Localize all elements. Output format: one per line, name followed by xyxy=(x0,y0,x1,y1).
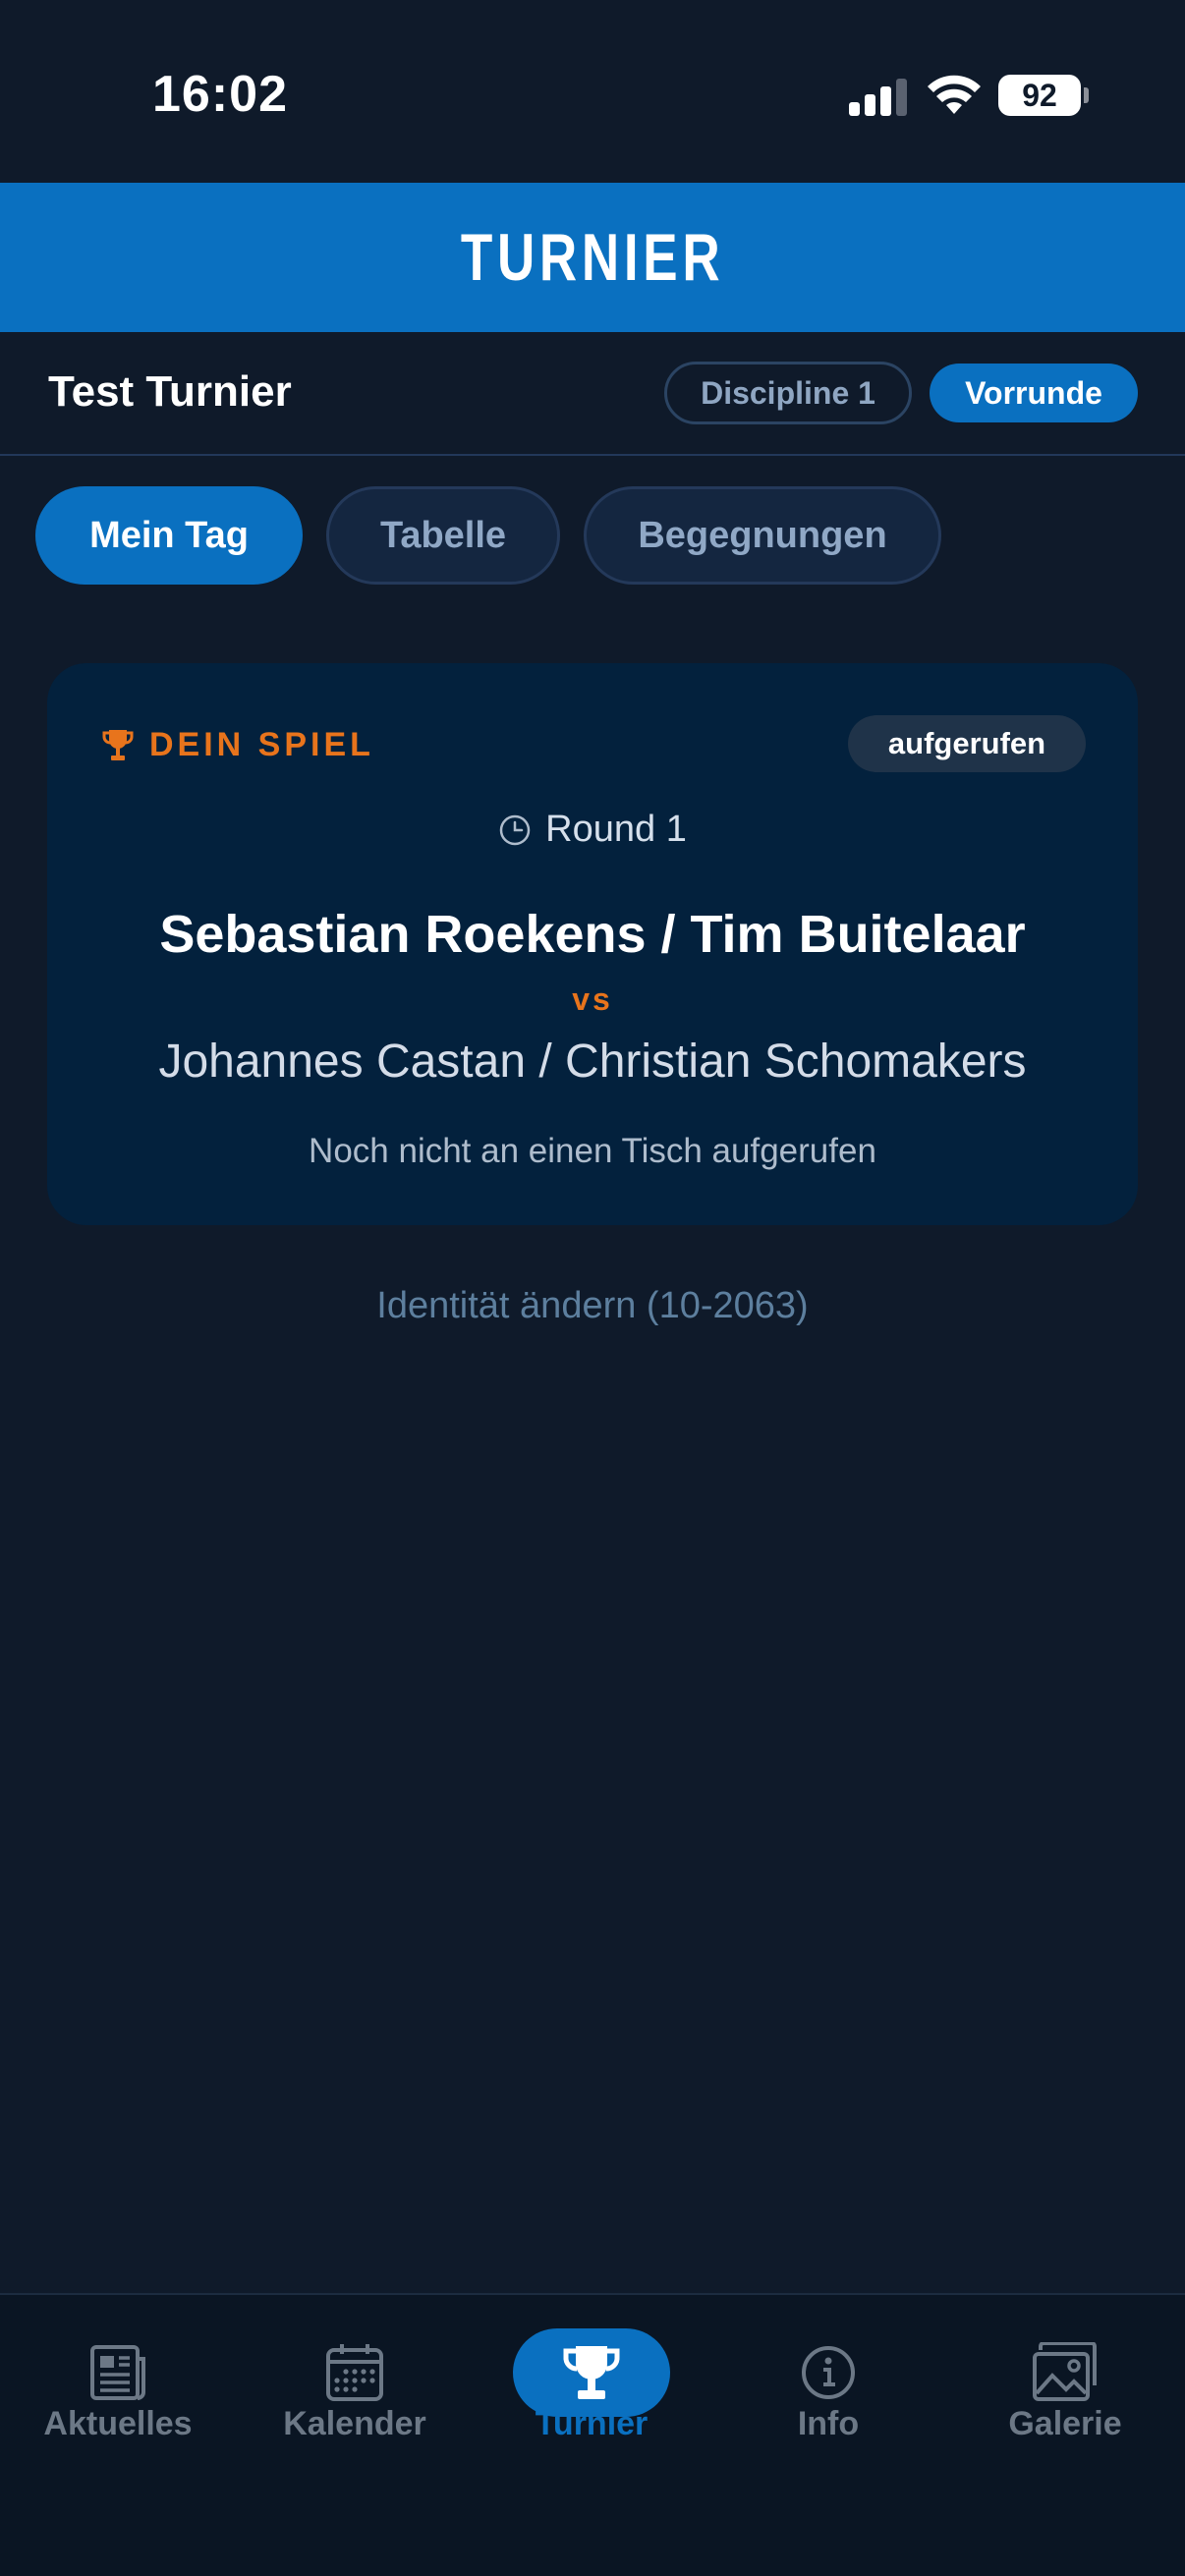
table-assignment-note: Noch nicht an einen Tisch aufgerufen xyxy=(309,1132,876,1170)
battery-indicator: 92 xyxy=(998,75,1089,116)
nav-label-kalender: Kalender xyxy=(283,2405,426,2442)
nav-item-kalender[interactable]: Kalender xyxy=(256,2328,453,2443)
nav-item-galerie[interactable]: Galerie xyxy=(967,2328,1163,2443)
bottom-navigation: Aktuelles Kalender Turnier Info Galerie xyxy=(0,2293,1185,2576)
nav-item-aktuelles[interactable]: Aktuelles xyxy=(20,2328,216,2443)
tab-tabelle[interactable]: Tabelle xyxy=(326,486,560,585)
tab-mein-tag[interactable]: Mein Tag xyxy=(35,486,303,585)
calendar-icon xyxy=(326,2344,383,2401)
cellular-signal-icon xyxy=(849,77,908,116)
match-card-label-text: DEIN SPIEL xyxy=(149,726,374,763)
status-bar: 16:02 92 xyxy=(0,0,1185,183)
match-card-label: DEIN SPIEL xyxy=(102,726,374,764)
round-label: Round 1 xyxy=(545,809,687,850)
trophy-icon xyxy=(102,729,134,760)
nav-label-info: Info xyxy=(797,2405,860,2442)
change-identity-link[interactable]: Identität ändern (10-2063) xyxy=(0,1285,1185,1327)
discipline-chip[interactable]: Discipline 1 xyxy=(664,362,912,424)
status-badge: aufgerufen xyxy=(848,715,1086,772)
nav-label-turnier: Turnier xyxy=(535,2405,649,2442)
trophy-icon xyxy=(563,2346,620,2399)
gallery-icon xyxy=(1033,2342,1097,2401)
nav-item-info[interactable]: Info xyxy=(730,2328,927,2443)
app-header: TURNIER xyxy=(0,183,1185,332)
team-2: Johannes Castan / Christian Schomakers xyxy=(158,1036,1027,1088)
match-card[interactable]: DEIN SPIEL aufgerufen Round 1 Sebastian … xyxy=(47,663,1138,1225)
newspaper-icon xyxy=(90,2345,145,2400)
info-icon xyxy=(802,2346,855,2399)
clock-icon xyxy=(499,814,531,845)
wifi-icon xyxy=(928,75,981,114)
status-time: 16:02 xyxy=(152,66,288,123)
tournament-name: Test Turnier xyxy=(48,367,292,416)
versus-label: vs xyxy=(572,981,613,1017)
nav-label-aktuelles: Aktuelles xyxy=(43,2405,193,2442)
tab-begegnungen[interactable]: Begegnungen xyxy=(584,486,941,585)
round-info: Round 1 xyxy=(47,809,1138,851)
team-1: Sebastian Roekens / Tim Buitelaar xyxy=(159,905,1026,964)
nav-label-galerie: Galerie xyxy=(1008,2405,1122,2442)
tournament-subheader: Test Turnier Discipline 1 Vorrunde xyxy=(0,332,1185,456)
page-title: TURNIER xyxy=(460,220,725,295)
phase-chip[interactable]: Vorrunde xyxy=(930,364,1138,422)
nav-item-turnier[interactable]: Turnier xyxy=(493,2328,690,2443)
